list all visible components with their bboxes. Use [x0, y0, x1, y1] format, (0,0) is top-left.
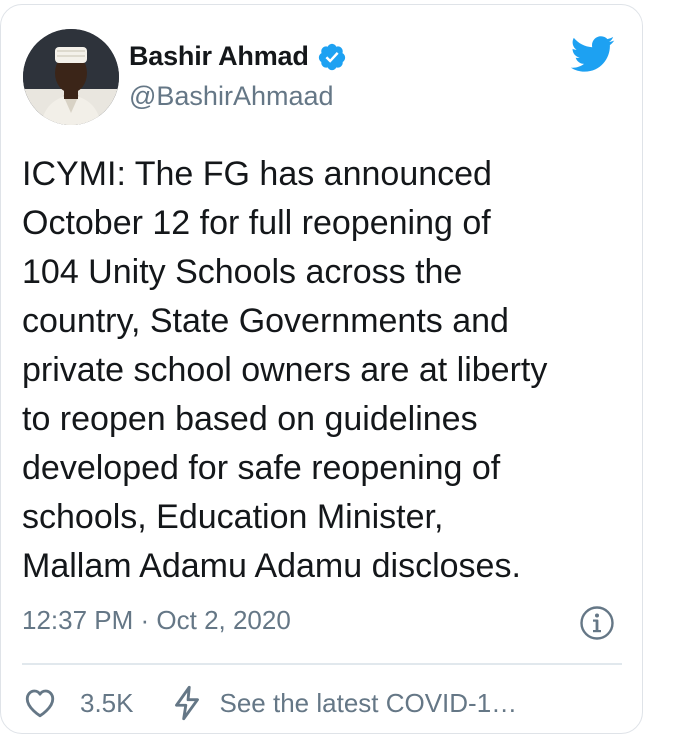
covid-info-link[interactable]: See the latest COVID-1…: [220, 688, 518, 719]
author-handle[interactable]: @BashirAhmaad: [129, 81, 334, 112]
twitter-bird-icon[interactable]: [569, 34, 615, 74]
author-name-row[interactable]: Bashir Ahmad: [129, 41, 347, 72]
heart-icon[interactable]: [22, 685, 58, 721]
tweet-text: ICYMI: The FG has announced October 12 f…: [22, 155, 548, 585]
lightning-bolt-icon[interactable]: [172, 685, 202, 721]
tweet-timestamp[interactable]: 12:37 PM · Oct 2, 2020: [22, 605, 291, 636]
divider: [22, 663, 622, 665]
avatar-image: [23, 29, 119, 125]
tweet-actions: 3.5K See the latest COVID-1…: [22, 685, 517, 721]
info-icon[interactable]: [579, 605, 615, 641]
author-display-name[interactable]: Bashir Ahmad: [129, 41, 309, 72]
avatar[interactable]: [23, 29, 119, 125]
verified-badge-icon: [317, 42, 347, 72]
like-count[interactable]: 3.5K: [80, 688, 134, 719]
tweet-card[interactable]: Bashir Ahmad @BashirAhmaad ICYMI: The FG…: [0, 4, 643, 734]
